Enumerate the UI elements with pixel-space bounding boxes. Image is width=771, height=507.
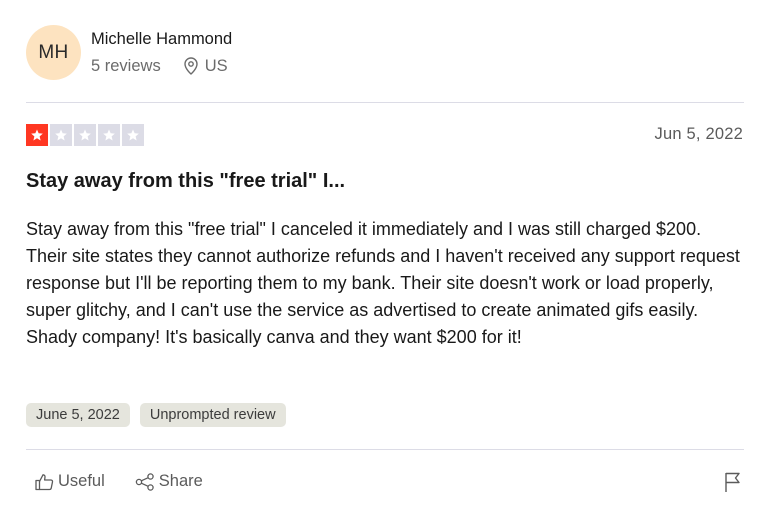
report-button[interactable]	[724, 471, 742, 498]
share-button[interactable]: Share	[135, 472, 203, 491]
consumer-details: Michelle Hammond 5 reviews US	[91, 29, 232, 76]
avatar-initials: MH	[38, 41, 69, 63]
divider	[26, 102, 744, 103]
flag-icon	[725, 472, 740, 492]
star-empty-icon	[50, 124, 72, 146]
consumer-location: US	[183, 56, 228, 76]
share-icon	[135, 472, 154, 491]
review-source-tag[interactable]: Unprompted review	[139, 403, 286, 427]
review-title[interactable]: Stay away from this "free trial" I...	[26, 170, 345, 193]
review-card: MH Michelle Hammond 5 reviews US Jun 5, …	[0, 0, 771, 507]
share-label: Share	[158, 472, 203, 490]
location-pin-icon	[184, 57, 198, 75]
country-code: US	[204, 57, 228, 75]
useful-button[interactable]: Useful	[35, 472, 105, 491]
star-empty-icon	[74, 124, 96, 146]
star-empty-icon	[98, 124, 120, 146]
star-filled-icon	[26, 124, 48, 146]
thumbs-up-icon	[35, 473, 54, 490]
review-actions: Useful Share	[35, 472, 203, 491]
experience-date-tag: June 5, 2022	[26, 403, 130, 427]
consumer-info[interactable]: MH Michelle Hammond 5 reviews US	[26, 25, 232, 80]
consumer-name[interactable]: Michelle Hammond	[91, 29, 232, 49]
divider	[26, 449, 744, 450]
star-empty-icon	[122, 124, 144, 146]
consumer-meta: 5 reviews US	[91, 56, 232, 76]
star-rating	[26, 124, 144, 146]
review-body: Stay away from this "free trial" I cance…	[26, 219, 740, 347]
review-tags: June 5, 2022 Unprompted review	[26, 403, 286, 427]
review-count: 5 reviews	[91, 57, 161, 75]
useful-label: Useful	[58, 472, 105, 490]
avatar[interactable]: MH	[26, 25, 81, 80]
review-date: Jun 5, 2022	[654, 125, 743, 143]
